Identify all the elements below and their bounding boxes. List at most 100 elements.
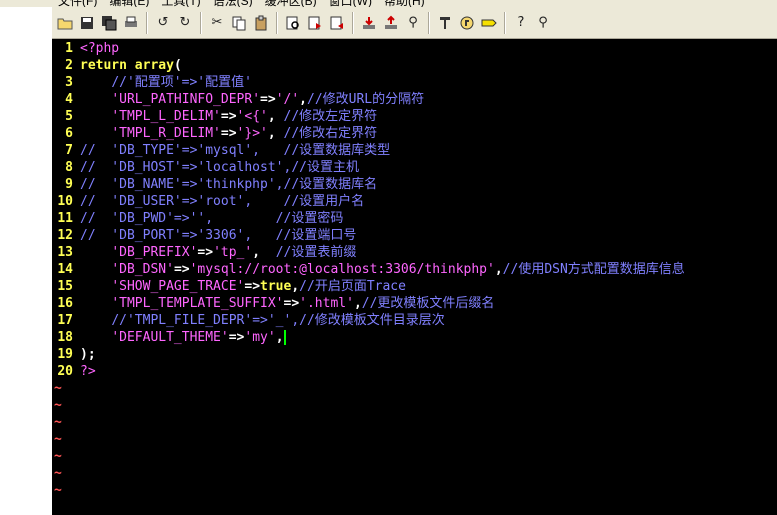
toolbar-separator — [428, 11, 430, 34]
code-text: // 'DB_USER'=>'root', //设置用户名 — [80, 193, 364, 210]
toolbar: ↺ ↻ ✂ ⚲ ? ⚲ — [52, 7, 777, 39]
menu-item[interactable]: 窗口(W) — [329, 0, 372, 7]
code-line[interactable]: 6 'TMPL_R_DELIM'=>'}>', //修改右定界符 — [52, 125, 777, 142]
code-line[interactable]: 19); — [52, 346, 777, 363]
code-line[interactable]: 17 //'TMPL_FILE_DEPR'=>'_',//修改模板文件目录层次 — [52, 312, 777, 329]
code-token: '.html' — [299, 296, 354, 311]
code-line[interactable]: 15 'SHOW_PAGE_TRACE'=>true,//开启页面Trace — [52, 278, 777, 295]
code-text: // 'DB_NAME'=>'thinkphp',//设置数据库名 — [80, 176, 377, 193]
menu-item[interactable]: 语法(S) — [213, 0, 253, 7]
make-icon[interactable] — [435, 13, 455, 33]
menu-item[interactable]: 工具(T) — [161, 0, 200, 7]
code-text: //'TMPL_FILE_DEPR'=>'_',//修改模板文件目录层次 — [80, 312, 445, 329]
line-number: 19 — [57, 347, 73, 362]
code-token: => — [197, 245, 214, 260]
empty-line-marker: ~ — [52, 482, 777, 499]
code-text: return array( — [80, 57, 182, 74]
open-file-icon[interactable] — [55, 13, 75, 33]
code-token: // 'DB_PWD'=>'', //设置密码 — [80, 211, 344, 226]
menu-item[interactable]: 缓冲区(B) — [265, 0, 317, 7]
code-text: //'配置项'=>'配置值' — [80, 74, 252, 91]
code-line[interactable]: 20 ?> — [52, 363, 777, 380]
code-line[interactable]: 10 // 'DB_USER'=>'root', //设置用户名 — [52, 193, 777, 210]
tilde-marker: ~ — [54, 381, 62, 396]
find-replace-icon[interactable] — [283, 13, 303, 33]
code-line[interactable]: 9 // 'DB_NAME'=>'thinkphp',//设置数据库名 — [52, 176, 777, 193]
run-script-icon[interactable]: ⚲ — [403, 13, 423, 33]
redo-icon[interactable]: ↻ — [175, 13, 195, 33]
cut-icon[interactable]: ✂ — [207, 13, 227, 33]
save-all-icon[interactable] — [99, 13, 119, 33]
line-number: 10 — [57, 194, 73, 209]
code-line[interactable]: 14 'DB_DSN'=>'mysql://root:@localhost:33… — [52, 261, 777, 278]
tilde-marker: ~ — [54, 415, 62, 430]
code-token: // 'DB_NAME'=>'thinkphp',//设置数据库名 — [80, 177, 378, 192]
text-cursor — [283, 330, 286, 345]
code-line[interactable]: 1 <?php — [52, 40, 777, 57]
code-token: 'URL_PATHINFO_DEPR' — [111, 92, 261, 107]
code-token: //'TMPL_FILE_DEPR'=>'_',//修改模板文件目录层次 — [111, 313, 445, 328]
code-token: '/' — [275, 92, 300, 107]
toolbar-separator — [276, 11, 278, 34]
code-text: ); — [80, 346, 96, 363]
code-token: 'DEFAULT_THEME' — [111, 330, 229, 345]
code-line[interactable]: 13 'DB_PREFIX'=>'tp_', //设置表前缀 — [52, 244, 777, 261]
code-token: return — [80, 58, 135, 73]
code-line[interactable]: 4 'URL_PATHINFO_DEPR'=>'/',//修改URL的分隔符 — [52, 91, 777, 108]
load-session-icon[interactable] — [359, 13, 379, 33]
shell-icon[interactable] — [457, 13, 477, 33]
line-number: 9 — [65, 177, 73, 192]
code-token: => — [228, 330, 245, 345]
code-token: 'TMPL_R_DELIM' — [111, 126, 221, 141]
code-line[interactable]: 7 // 'DB_TYPE'=>'mysql', //设置数据库类型 — [52, 142, 777, 159]
tilde-marker: ~ — [54, 449, 62, 464]
help-icon[interactable]: ? — [511, 13, 531, 33]
empty-line-marker: ~ — [52, 397, 777, 414]
menu-item[interactable]: 文件(F) — [58, 0, 97, 7]
toolbar-separator — [200, 11, 202, 34]
code-line[interactable]: 16 'TMPL_TEMPLATE_SUFFIX'=>'.html',//更改模… — [52, 295, 777, 312]
code-text: <?php — [80, 40, 119, 57]
save-session-icon[interactable] — [381, 13, 401, 33]
code-editor[interactable]: 1 <?php 2 return array(3 //'配置项'=>'配置值' 4 'U… — [52, 40, 777, 515]
tag-icon[interactable] — [479, 13, 499, 33]
line-number: 15 — [57, 279, 73, 294]
window-left-edge — [0, 0, 52, 515]
find-prev-icon[interactable] — [327, 13, 347, 33]
code-token: array — [134, 58, 174, 73]
code-token: => — [244, 279, 261, 294]
paste-icon[interactable] — [251, 13, 271, 33]
code-text: 'TMPL_L_DELIM'=>'<{', //修改左定界符 — [80, 108, 377, 125]
empty-line-marker: ~ — [52, 414, 777, 431]
menu-item[interactable]: 帮助(H) — [384, 0, 425, 7]
code-line[interactable]: 12 // 'DB_PORT'=>'3306', //设置端口号 — [52, 227, 777, 244]
find-next-icon[interactable] — [305, 13, 325, 33]
code-line[interactable]: 2 return array( — [52, 57, 777, 74]
save-icon[interactable] — [77, 13, 97, 33]
code-line[interactable]: 3 //'配置项'=>'配置值' — [52, 74, 777, 91]
line-number: 6 — [65, 126, 73, 141]
code-token: 'TMPL_TEMPLATE_SUFFIX' — [111, 296, 284, 311]
menu-bar: 文件(F) 编辑(E) 工具(T) 语法(S) 缓冲区(B) 窗口(W) 帮助(H) — [0, 0, 777, 7]
line-number: 20 — [57, 364, 73, 379]
code-token: , — [299, 92, 307, 107]
find-help-icon[interactable]: ⚲ — [533, 13, 553, 33]
undo-icon[interactable]: ↺ — [153, 13, 173, 33]
print-icon[interactable] — [121, 13, 141, 33]
code-token: 'SHOW_PAGE_TRACE' — [111, 279, 245, 294]
code-line[interactable]: 11 // 'DB_PWD'=>'', //设置密码 — [52, 210, 777, 227]
code-line[interactable]: 8 // 'DB_HOST'=>'localhost',//设置主机 — [52, 159, 777, 176]
code-line[interactable]: 5 'TMPL_L_DELIM'=>'<{', //修改左定界符 — [52, 108, 777, 125]
code-text: 'TMPL_R_DELIM'=>'}>', //修改右定界符 — [80, 125, 377, 142]
line-number: 13 — [57, 245, 73, 260]
code-line[interactable]: 18 'DEFAULT_THEME'=>'my', — [52, 329, 777, 346]
menu-item[interactable]: 编辑(E) — [109, 0, 149, 7]
copy-icon[interactable] — [229, 13, 249, 33]
line-number: 2 — [65, 58, 73, 73]
code-text: // 'DB_TYPE'=>'mysql', //设置数据库类型 — [80, 142, 390, 159]
code-token: //修改左定界符 — [283, 109, 378, 124]
code-token: , — [267, 109, 284, 124]
